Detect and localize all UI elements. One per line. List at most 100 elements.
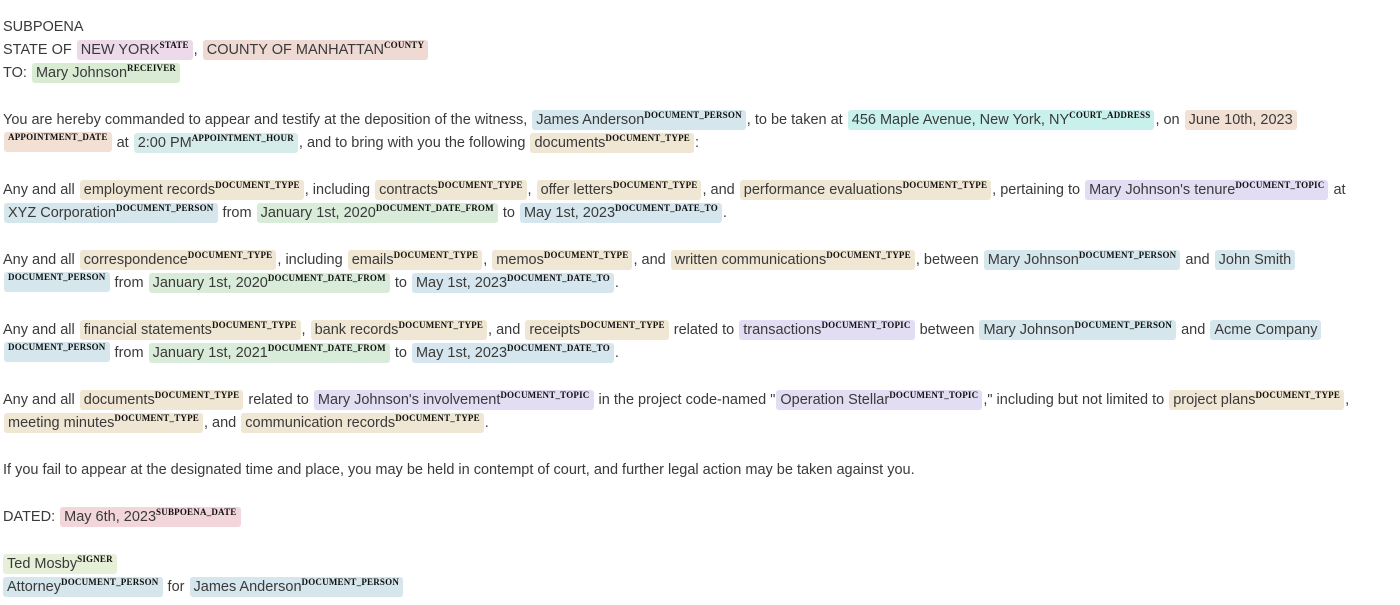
entity-label: DOCUMENT_PERSON — [1078, 250, 1177, 260]
entity-document-type[interactable]: documentsDOCUMENT_TYPE — [530, 133, 694, 153]
entity-document-date-from[interactable]: January 1st, 2020DOCUMENT_DATE_FROM — [148, 273, 390, 293]
entity-document-topic[interactable]: Mary Johnson's tenureDOCUMENT_TOPIC — [1085, 180, 1329, 200]
document-title: SUBPOENA — [3, 16, 1400, 39]
entity-document-type[interactable]: employment recordsDOCUMENT_TYPE — [79, 180, 304, 200]
state-prefix: STATE OF — [3, 42, 72, 58]
entity-document-topic[interactable]: transactionsDOCUMENT_TOPIC — [739, 320, 915, 340]
entity-document-type[interactable]: communication recordsDOCUMENT_TYPE — [241, 413, 484, 433]
entity-document-date-to[interactable]: May 1st, 2023DOCUMENT_DATE_TO — [519, 203, 722, 223]
entity-text: 2:00 PM — [137, 135, 192, 151]
entity-document-type[interactable]: project plansDOCUMENT_TYPE — [1169, 390, 1345, 410]
entity-label: DOCUMENT_TYPE — [114, 413, 199, 423]
entity-document-type[interactable]: contractsDOCUMENT_TYPE — [375, 180, 527, 200]
entity-document-type[interactable]: receiptsDOCUMENT_TYPE — [525, 320, 669, 340]
entity-label: DOCUMENT_TYPE — [398, 320, 484, 330]
entity-document-person[interactable]: John Smith — [1214, 250, 1296, 270]
entity-document-topic[interactable]: Operation StellarDOCUMENT_TOPIC — [776, 390, 983, 410]
text: . — [722, 205, 727, 221]
entity-county[interactable]: COUNTY OF MANHATTANCOUNTY — [202, 40, 429, 60]
entity-document-person[interactable]: Acme Company — [1210, 320, 1322, 340]
subpoena-document: SUBPOENA STATE OF NEW YORKSTATE, COUNTY … — [0, 0, 1400, 605]
entity-document-type[interactable]: bank recordsDOCUMENT_TYPE — [310, 320, 488, 340]
entity-text: financial statements — [83, 322, 212, 338]
text: . — [614, 275, 619, 291]
entity-document-date-to[interactable]: May 1st, 2023DOCUMENT_DATE_TO — [411, 343, 614, 363]
entity-document-date-to[interactable]: May 1st, 2023DOCUMENT_DATE_TO — [411, 273, 614, 293]
entity-label: DOCUMENT_TYPE — [902, 180, 988, 190]
entity-document-topic[interactable]: Mary Johnson's involvementDOCUMENT_TOPIC — [313, 390, 594, 410]
entity-text: John Smith — [1218, 252, 1292, 268]
entity-text: January 1st, 2020 — [152, 275, 268, 291]
entity-document-type[interactable]: financial statementsDOCUMENT_TYPE — [79, 320, 301, 340]
text: , on — [1155, 112, 1180, 128]
entity-document-person-label: DOCUMENT_PERSON — [4, 342, 110, 362]
entity-label: DOCUMENT_TYPE — [211, 320, 297, 330]
entity-court-address[interactable]: 456 Maple Avenue, New York, NYCOURT_ADDR… — [847, 110, 1155, 130]
entity-text: June 10th, 2023 — [1188, 112, 1293, 128]
entity-text: Attorney — [7, 579, 61, 595]
text: related to — [248, 392, 309, 408]
entity-document-person[interactable]: XYZ CorporationDOCUMENT_PERSON — [4, 203, 218, 223]
entity-document-date-from[interactable]: January 1st, 2020DOCUMENT_DATE_FROM — [256, 203, 498, 223]
entity-receiver[interactable]: Mary JohnsonRECEIVER — [31, 63, 181, 83]
text: Any and all — [3, 252, 75, 268]
paragraph-1-line-1: You are hereby commanded to appear and t… — [3, 109, 1400, 132]
to-prefix: TO: — [3, 65, 27, 81]
entity-document-person[interactable]: Mary JohnsonDOCUMENT_PERSON — [983, 250, 1181, 270]
entity-document-person[interactable]: Mary JohnsonDOCUMENT_PERSON — [979, 320, 1177, 340]
entity-appointment-hour[interactable]: 2:00 PMAPPOINTMENT_HOUR — [133, 133, 298, 153]
entity-document-type[interactable]: meeting minutesDOCUMENT_TYPE — [4, 413, 203, 433]
entity-label: DOCUMENT_DATE_TO — [615, 203, 718, 213]
entity-document-type[interactable]: correspondenceDOCUMENT_TYPE — [79, 250, 277, 270]
entity-text: COUNTY OF MANHATTAN — [206, 42, 384, 58]
entity-text: Ted Mosby — [7, 556, 78, 572]
entity-state[interactable]: NEW YORKSTATE — [76, 40, 193, 60]
text: , to be taken at — [746, 112, 843, 128]
text: , and — [204, 415, 237, 431]
entity-document-type[interactable]: documentsDOCUMENT_TYPE — [79, 390, 244, 410]
warning-paragraph: If you fail to appear at the designated … — [3, 459, 1400, 482]
entity-document-type[interactable]: offer lettersDOCUMENT_TYPE — [536, 180, 702, 200]
entity-label: DOCUMENT_DATE_FROM — [267, 343, 386, 353]
entity-text: Mary Johnson — [983, 322, 1075, 338]
entity-label: DOCUMENT_PERSON — [1074, 320, 1173, 330]
paragraph-3-line-1: Any and all correspondenceDOCUMENT_TYPE,… — [3, 249, 1400, 272]
entity-subpoena-date[interactable]: May 6th, 2023SUBPOENA_DATE — [60, 507, 241, 527]
entity-label: DOCUMENT_DATE_TO — [507, 273, 610, 283]
text: and — [1181, 322, 1206, 338]
entity-label: DOCUMENT_TYPE — [543, 250, 629, 260]
entity-label: DOCUMENT_TYPE — [393, 250, 479, 260]
entity-label: DOCUMENT_TYPE — [605, 133, 690, 143]
entity-document-person[interactable]: AttorneyDOCUMENT_PERSON — [3, 577, 163, 597]
text-sep: , — [193, 42, 198, 58]
entity-signer[interactable]: Ted MosbySIGNER — [3, 554, 117, 574]
entity-document-date-from[interactable]: January 1st, 2021DOCUMENT_DATE_FROM — [148, 343, 390, 363]
entity-document-person[interactable]: James AndersonDOCUMENT_PERSON — [532, 110, 746, 130]
entity-label: DOCUMENT_PERSON — [301, 577, 400, 587]
entity-text: Mary Johnson's involvement — [317, 392, 501, 408]
entity-document-type[interactable]: performance evaluationsDOCUMENT_TYPE — [739, 180, 992, 200]
text: , between — [915, 252, 979, 268]
text: and — [1185, 252, 1210, 268]
entity-text: XYZ Corporation — [8, 205, 116, 221]
entity-label: APPOINTMENT_HOUR — [191, 133, 294, 143]
entity-document-type[interactable]: memosDOCUMENT_TYPE — [492, 250, 633, 270]
text: to — [394, 345, 407, 361]
entity-text: January 1st, 2021 — [152, 345, 268, 361]
entity-text: project plans — [1173, 392, 1256, 408]
entity-document-person[interactable]: James AndersonDOCUMENT_PERSON — [189, 577, 404, 597]
dated-prefix: DATED: — [3, 509, 56, 525]
entity-document-type[interactable]: emailsDOCUMENT_TYPE — [347, 250, 483, 270]
entity-appointment-date[interactable]: June 10th, 2023 — [1184, 110, 1297, 130]
paragraph-1-line-2: APPOINTMENT_DATE at 2:00 PMAPPOINTMENT_H… — [3, 132, 1400, 155]
text: . — [484, 415, 489, 431]
entity-text: May 1st, 2023 — [415, 345, 508, 361]
text: to — [502, 205, 515, 221]
entity-document-type[interactable]: written communicationsDOCUMENT_TYPE — [670, 250, 915, 270]
signature-role-line: AttorneyDOCUMENT_PERSON for James Anders… — [3, 576, 1400, 599]
